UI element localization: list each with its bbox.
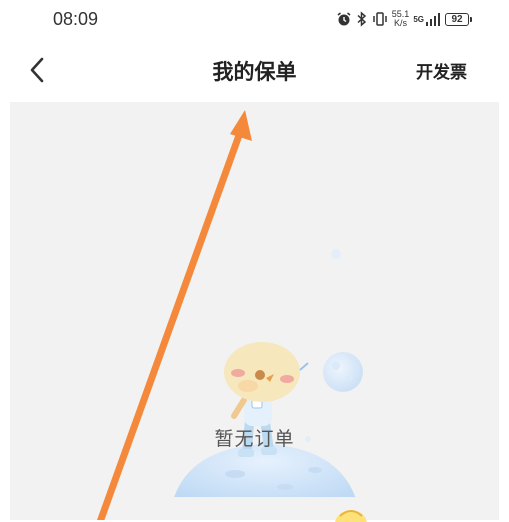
alarm-icon [336, 9, 352, 29]
empty-state-illustration [174, 249, 363, 497]
nav-bar: 我的保单 开发票 [0, 38, 509, 102]
battery-level: 92 [451, 13, 463, 25]
status-bar: 08:09 55.1 K/s 5G 92 [0, 0, 509, 38]
net-speed-unit: K/s [394, 18, 408, 28]
empty-state-message: 暂无订单 [214, 428, 295, 450]
battery-icon: 92 [445, 12, 472, 26]
network-speed: 55.1 K/s [392, 9, 410, 29]
status-icons: 55.1 K/s 5G 92 [336, 8, 472, 30]
signal-icon: 5G [413, 9, 441, 29]
vibrate-icon [372, 9, 388, 29]
content-area: 暂无订单 [10, 102, 499, 522]
bluetooth-icon [356, 9, 368, 29]
invoice-button[interactable]: 开发票 [416, 58, 467, 83]
moon-icon [323, 352, 363, 392]
chick-peek-icon [335, 510, 367, 522]
network-type: 5G [413, 14, 424, 24]
status-time: 08:09 [53, 9, 99, 29]
